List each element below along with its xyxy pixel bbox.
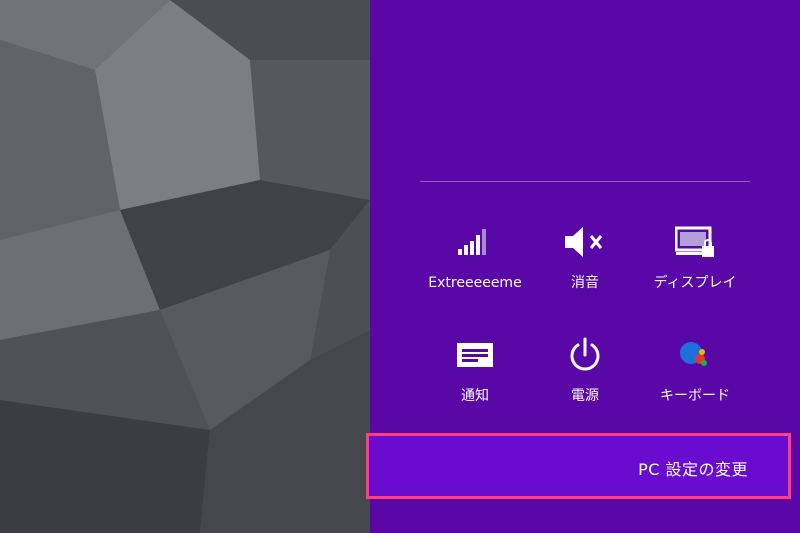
notifications-icon [451,335,499,375]
volume-muted-icon [561,222,609,262]
keyboard-button[interactable]: キーボード [640,325,750,405]
desktop-wallpaper [0,0,370,533]
wifi-signal-icon [451,222,499,262]
network-label: Extreeeeeme [428,275,522,291]
power-icon [561,335,609,375]
display-brightness-icon [671,222,719,262]
power-label: 電源 [571,388,599,404]
power-button[interactable]: 電源 [530,325,640,405]
volume-button[interactable]: 消音 [530,212,640,292]
divider [420,181,750,182]
network-button[interactable]: Extreeeeeme [420,212,530,292]
keyboard-label: キーボード [660,388,730,404]
volume-label: 消音 [571,275,599,291]
display-button[interactable]: ディスプレイ [640,212,750,292]
notifications-label: 通知 [461,388,489,404]
display-label: ディスプレイ [653,275,737,291]
notifications-button[interactable]: 通知 [420,325,530,405]
pc-settings-button[interactable]: PC 設定の変更 [366,433,791,499]
keyboard-language-icon [671,335,719,375]
pc-settings-label: PC 設定の変更 [638,460,748,479]
